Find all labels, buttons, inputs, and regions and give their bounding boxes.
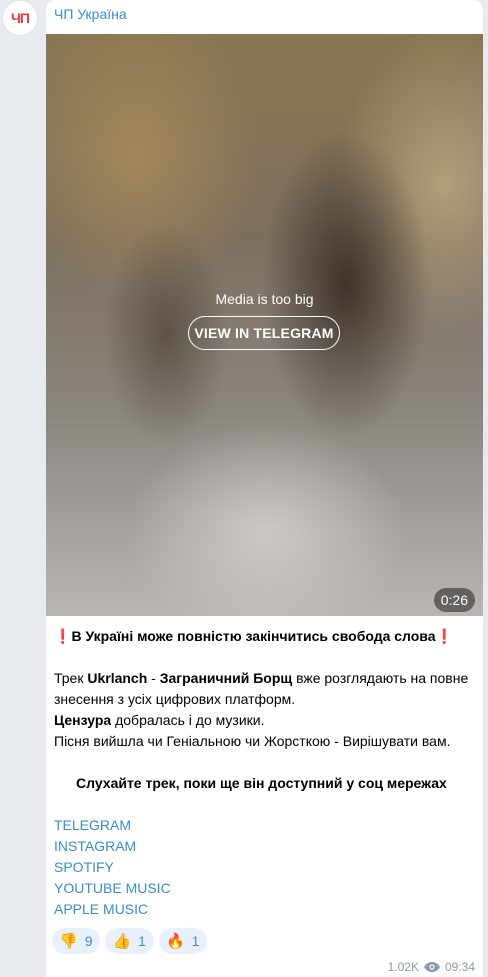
channel-avatar[interactable]: ЧП bbox=[2, 0, 38, 36]
link-apple-music[interactable]: APPLE MUSIC bbox=[54, 899, 474, 920]
track-prefix: Трек bbox=[54, 670, 88, 686]
reaction-count: 1 bbox=[191, 933, 200, 949]
link-youtube-music[interactable]: YOUTUBE MUSIC bbox=[54, 878, 474, 899]
track-artist: Ukrlanch bbox=[87, 670, 148, 686]
censorship-word: Цензура bbox=[54, 712, 112, 728]
headline: ❗В Україні може повністю закінчитись сво… bbox=[54, 626, 474, 647]
reaction-fire[interactable]: 🔥 1 bbox=[158, 928, 208, 954]
paragraph-censorship: Цензура добралась і до музики. bbox=[54, 710, 474, 731]
channel-name[interactable]: ЧП Україна bbox=[54, 6, 127, 22]
eye-icon bbox=[423, 962, 440, 972]
censorship-rest: добралась і до музики. bbox=[111, 712, 265, 728]
link-instagram[interactable]: INSTAGRAM bbox=[54, 836, 474, 857]
track-title: Заграничний Борщ bbox=[159, 670, 293, 686]
exclamation-icon: ❗ bbox=[435, 628, 453, 644]
headline-text: В Україні може повністю закінчитись своб… bbox=[71, 628, 436, 644]
link-telegram[interactable]: TELEGRAM bbox=[54, 815, 474, 836]
track-dash: - bbox=[147, 670, 160, 686]
link-spotify[interactable]: SPOTIFY bbox=[54, 857, 474, 878]
video-duration: 0:26 bbox=[433, 588, 475, 612]
view-in-telegram-button[interactable]: VIEW IN TELEGRAM bbox=[188, 316, 340, 350]
reaction-thumbs-up[interactable]: 👍 1 bbox=[105, 928, 154, 954]
fire-icon: 🔥 bbox=[165, 933, 185, 950]
avatar-text: ЧП bbox=[11, 10, 30, 26]
reaction-thumbs-down[interactable]: 👎 9 bbox=[52, 928, 101, 954]
media-preview[interactable]: Media is too big VIEW IN TELEGRAM 0:26 bbox=[46, 34, 483, 616]
paragraph-track: Трек Ukrlanch - Заграничний Борщ вже роз… bbox=[54, 668, 474, 710]
message-meta: 1.02K 09:34 bbox=[388, 960, 475, 974]
thumbs-down-icon: 👎 bbox=[59, 933, 78, 950]
reactions-bar: 👎 9 👍 1 🔥 1 bbox=[52, 928, 208, 954]
reaction-count: 9 bbox=[84, 933, 93, 949]
media-too-big-note: Media is too big bbox=[215, 291, 314, 307]
exclamation-icon: ❗ bbox=[54, 628, 72, 644]
post-time: 09:34 bbox=[444, 960, 475, 974]
view-count: 1.02K bbox=[387, 960, 419, 974]
message-bubble: ЧП Україна Media is too big VIEW IN TELE… bbox=[46, 0, 483, 977]
reaction-count: 1 bbox=[138, 933, 146, 949]
post-text: ❗В Україні може повністю закінчитись сво… bbox=[54, 626, 474, 920]
paragraph-decide: Пісня вийшла чи Геніальною чи Жорсткою -… bbox=[54, 733, 451, 749]
listen-callout: Слухайте трек, поки ще він доступний у с… bbox=[76, 775, 447, 791]
thumbs-up-icon: 👍 bbox=[112, 933, 132, 950]
